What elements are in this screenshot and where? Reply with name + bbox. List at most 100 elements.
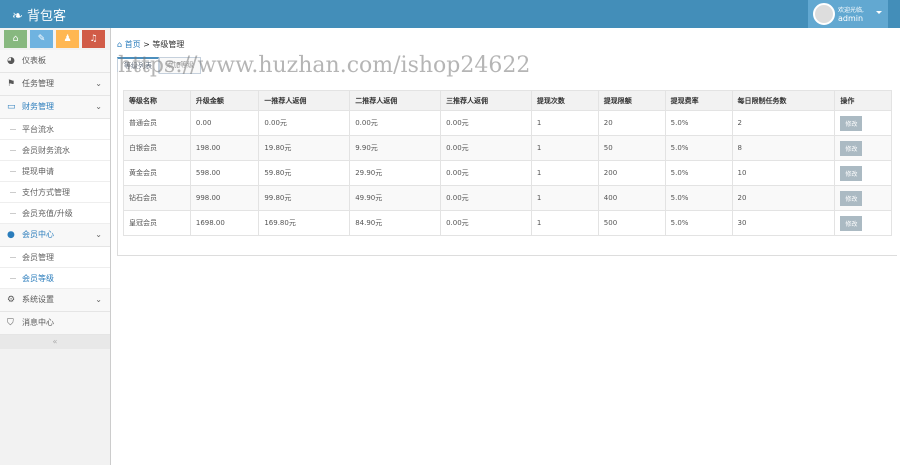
column-header: 提现限额 [597, 90, 666, 111]
edit-button[interactable]: 修改 [840, 215, 863, 231]
table-row: 钻石会员 998.00 99.80元 49.90元 0.00元 1 400 5.0% 20 修改 [123, 185, 892, 211]
hdd-icon: ▭ [7, 102, 16, 112]
breadcrumb-separator: > [143, 40, 150, 49]
table-cell: 0.00元 [440, 110, 532, 136]
user-menu[interactable]: 欢迎光临, admin [808, 0, 888, 28]
table-cell: 1 [530, 210, 599, 236]
label: 任务管理 [22, 79, 54, 88]
sidebar-collapse-button[interactable]: « [0, 335, 110, 349]
sidebar-subitem[interactable]: 会员管理 [0, 247, 110, 268]
action-cell: 修改 [834, 135, 892, 161]
table-cell: 169.80元 [258, 210, 351, 236]
label: 系统设置 [22, 295, 54, 304]
sidebar-subitem[interactable]: 会员财务流水 [0, 140, 110, 161]
column-header: 操作 [834, 90, 892, 111]
table-cell: 10 [731, 160, 836, 186]
table-cell: 59.80元 [258, 160, 351, 186]
chevron-down-icon: ⌄ [95, 102, 102, 111]
sidebar-item-message[interactable]: ⛉ 消息中心 [0, 312, 110, 335]
sidebar: ⌂ ✎ ♟ ♫ ◕ 仪表板 ⚑ 任务管理 ⌄ ▭ 财务管理 ⌄ 平台流水 会员财务流水 提… [0, 28, 111, 465]
table-cell: 0.00元 [440, 210, 532, 236]
bell-shortcut-button[interactable]: ♫ [82, 30, 105, 48]
flag-icon: ⚑ [7, 79, 16, 89]
edit-button[interactable]: 修改 [840, 115, 863, 131]
sidebar-item-task[interactable]: ⚑ 任务管理 ⌄ [0, 73, 110, 96]
column-header: 升级金额 [189, 90, 260, 111]
sidebar-item-finance[interactable]: ▭ 财务管理 ⌄ [0, 96, 110, 119]
table-cell: 9.90元 [349, 135, 442, 161]
brand-name: 背包客 [27, 9, 67, 24]
sidebar-item-system[interactable]: ⚙ 系统设置 ⌄ [0, 289, 110, 312]
edit-button[interactable]: 修改 [840, 165, 863, 181]
home-icon: ⌂ [117, 40, 123, 49]
table-cell: 0.00元 [440, 160, 532, 186]
sidebar-subitem[interactable]: 支付方式管理 [0, 182, 110, 203]
breadcrumb: ⌂ 首页 > 等级管理 [117, 39, 184, 50]
column-header: 二推荐人返佣 [349, 90, 442, 111]
sidebar-subitem[interactable]: 会员充值/升级 [0, 203, 110, 224]
table-cell: 黄金会员 [123, 160, 191, 186]
chevron-down-icon: ⌄ [95, 295, 102, 304]
table-row: 普通会员 0.00 0.00元 0.00元 0.00元 1 20 5.0% 2 修改 [123, 110, 892, 136]
column-header: 每日限制任务数 [731, 90, 836, 111]
home-shortcut-button[interactable]: ⌂ [4, 30, 27, 48]
table-cell: 2 [731, 110, 836, 136]
column-header: 等级名称 [123, 90, 191, 111]
table-cell: 84.90元 [349, 210, 442, 236]
table-cell: 0.00元 [440, 185, 532, 211]
edit-button[interactable]: 修改 [840, 140, 863, 156]
label: 财务管理 [22, 102, 54, 111]
action-cell: 修改 [834, 110, 892, 136]
table-row: 白银会员 198.00 19.80元 9.90元 0.00元 1 50 5.0% 8 修改 [123, 135, 892, 161]
edit-button[interactable]: 修改 [840, 190, 863, 206]
table-row: 黄金会员 598.00 59.80元 29.90元 0.00元 1 200 5.0% 10 修改 [123, 160, 892, 186]
table-cell: 1 [530, 135, 599, 161]
table-cell: 20 [597, 110, 666, 136]
label: 消息中心 [22, 318, 54, 327]
shortcuts: ⌂ ✎ ♟ ♫ [0, 28, 110, 50]
table-cell: 1 [530, 110, 599, 136]
sidebar-subitem-active[interactable]: 会员等级 [0, 268, 110, 289]
table-cell: 50 [597, 135, 666, 161]
sidebar-item-dashboard[interactable]: ◕ 仪表板 [0, 50, 110, 73]
gear-icon: ⚙ [7, 295, 16, 305]
table-cell: 99.80元 [258, 185, 351, 211]
label: 仪表板 [22, 56, 46, 65]
sidebar-item-member[interactable]: ● 会员中心 ⌄ [0, 224, 110, 247]
brand-logo[interactable]: ❧ 背包客 [12, 5, 66, 24]
action-cell: 修改 [834, 210, 892, 236]
chevron-down-icon: ⌄ [95, 79, 102, 88]
bookmark-icon: ⛉ [7, 318, 14, 328]
table-cell: 29.90元 [349, 160, 442, 186]
table-cell: 20 [731, 185, 836, 211]
table-cell: 998.00 [189, 185, 260, 211]
table-row: 皇冠会员 1698.00 169.80元 84.90元 0.00元 1 500 5.0% 30 修… [123, 210, 892, 236]
label: 会员中心 [22, 230, 54, 239]
table-cell: 598.00 [189, 160, 260, 186]
action-cell: 修改 [834, 185, 892, 211]
column-header: 提现次数 [530, 90, 599, 111]
table-cell: 0.00 [189, 110, 260, 136]
avatar [813, 3, 835, 25]
table-cell: 5.0% [664, 185, 733, 211]
table-cell: 0.00元 [349, 110, 442, 136]
breadcrumb-current: 等级管理 [152, 40, 185, 49]
users-shortcut-button[interactable]: ♟ [56, 30, 79, 48]
column-header: 提现费率 [664, 90, 733, 111]
caret-down-icon [876, 11, 882, 17]
table-cell: 200 [597, 160, 666, 186]
pencil-shortcut-button[interactable]: ✎ [30, 30, 53, 48]
table-cell: 5.0% [664, 110, 733, 136]
table-cell: 5.0% [664, 160, 733, 186]
table-cell: 0.00元 [258, 110, 351, 136]
breadcrumb-home[interactable]: 首页 [125, 40, 141, 49]
sidebar-subitem[interactable]: 平台流水 [0, 119, 110, 140]
sidebar-subitem[interactable]: 提现申请 [0, 161, 110, 182]
table-cell: 1698.00 [189, 210, 260, 236]
user-icon: ● [7, 230, 15, 240]
table-cell: 19.80元 [258, 135, 351, 161]
table-cell: 皇冠会员 [123, 210, 191, 236]
table-cell: 400 [597, 185, 666, 211]
table-cell: 198.00 [189, 135, 260, 161]
table-cell: 0.00元 [440, 135, 532, 161]
